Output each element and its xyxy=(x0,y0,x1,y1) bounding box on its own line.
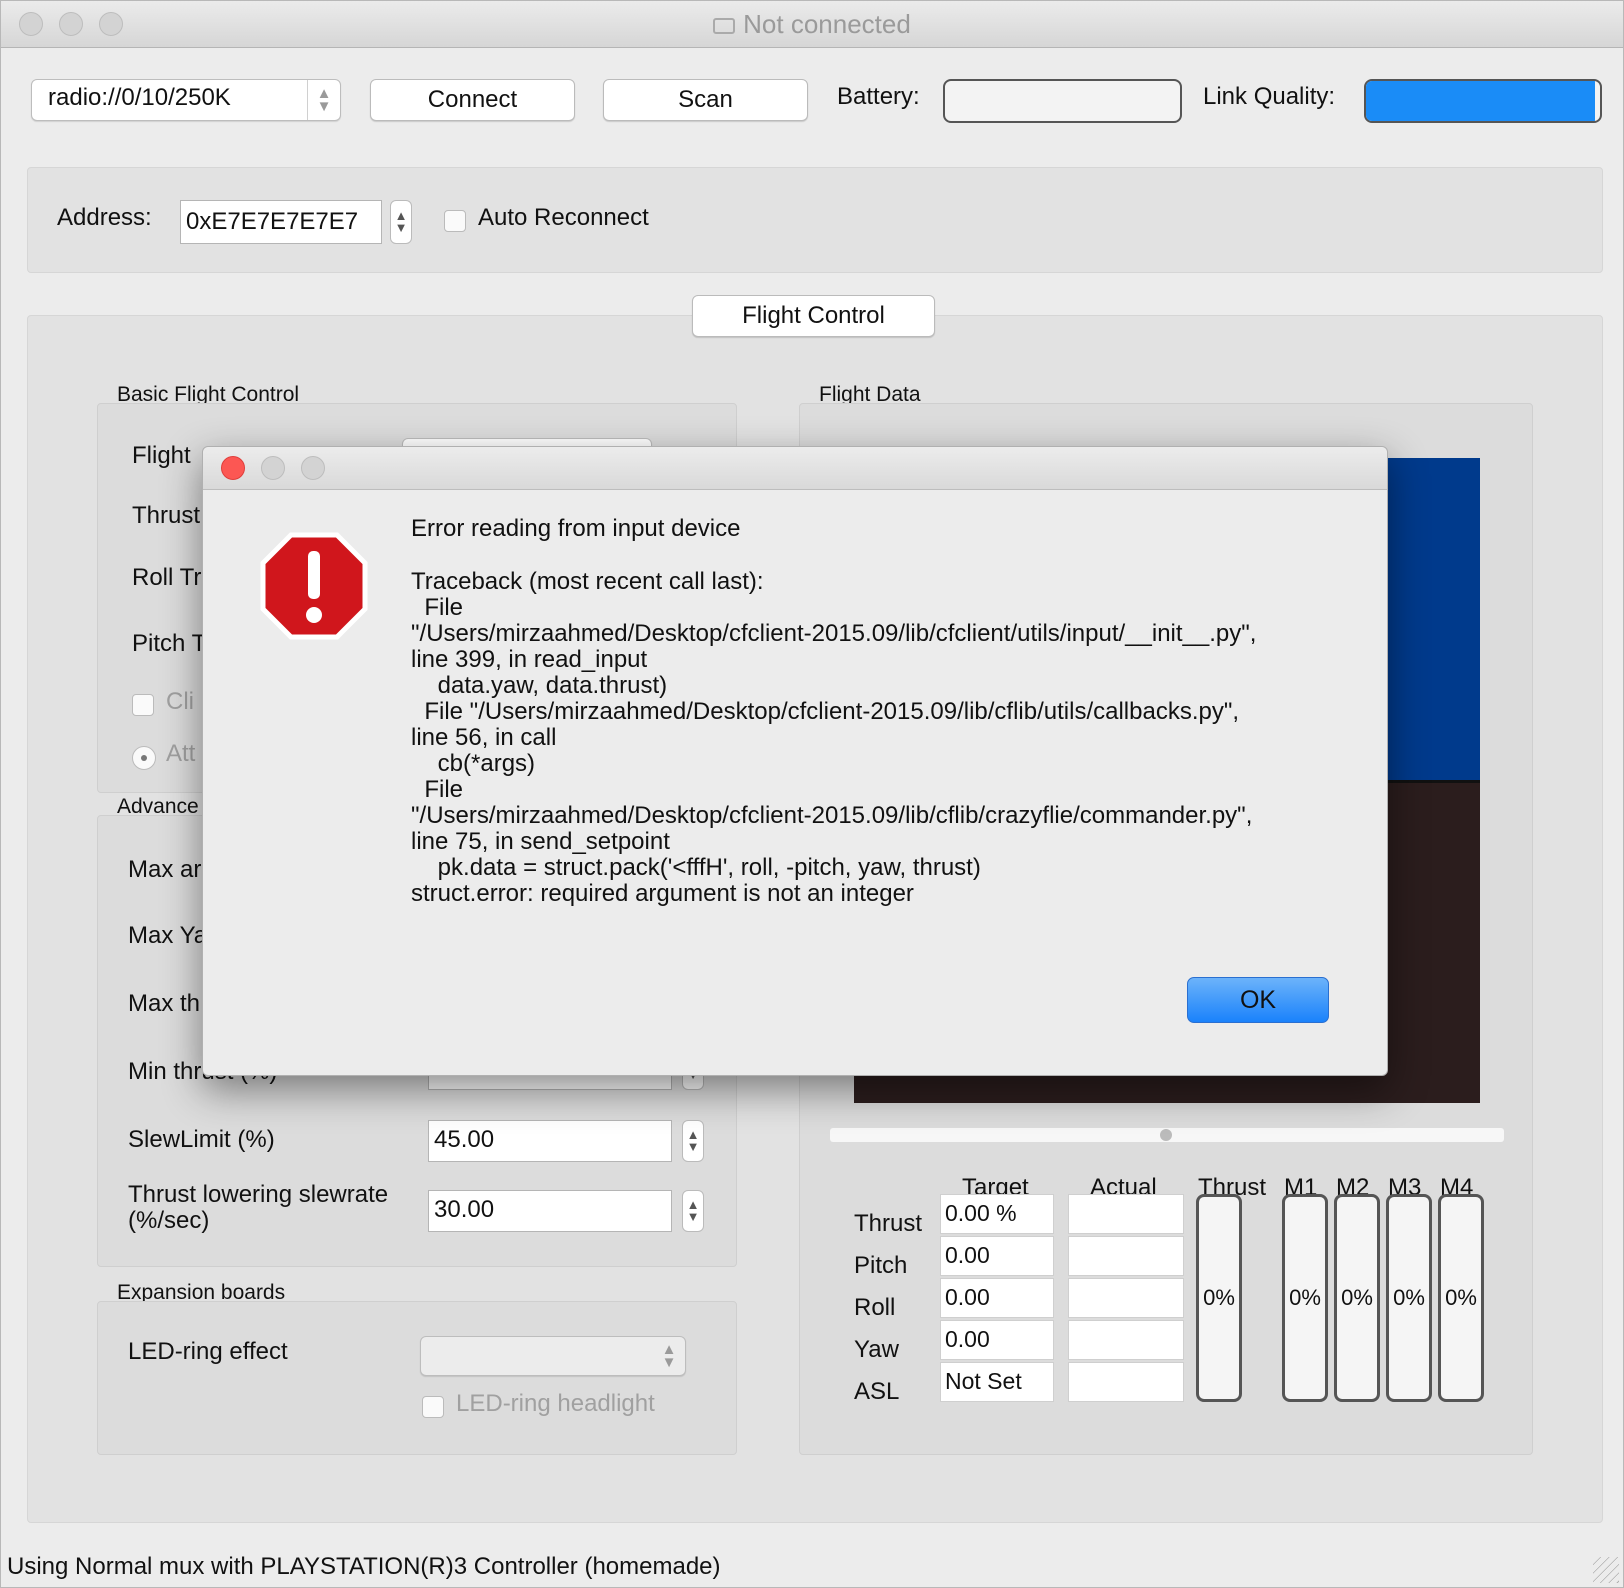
horizon-slider-handle[interactable] xyxy=(1160,1129,1172,1141)
status-bar-text: Using Normal mux with PLAYSTATION(R)3 Co… xyxy=(7,1553,721,1580)
row-roll-label: Roll xyxy=(854,1294,896,1321)
thrust-bar: 0% xyxy=(1196,1194,1242,1402)
auto-reconnect-label: Auto Reconnect xyxy=(478,204,649,231)
target-asl: Not Set xyxy=(940,1362,1054,1402)
target-yaw: 0.00 xyxy=(940,1320,1054,1360)
led-ring-headlight-checkbox[interactable] xyxy=(422,1396,444,1418)
uri-value: radio://0/10/250K xyxy=(48,84,231,111)
actual-pitch xyxy=(1068,1236,1184,1276)
horizon-slider[interactable] xyxy=(830,1128,1504,1142)
battery-label: Battery: xyxy=(837,83,920,110)
attitude-radio[interactable] xyxy=(132,746,156,770)
dialog-close-button[interactable] xyxy=(221,456,245,480)
thrust-lowering-stepper[interactable]: ▲ ▼ xyxy=(682,1190,704,1232)
target-roll: 0.00 xyxy=(940,1278,1054,1318)
link-quality-label: Link Quality: xyxy=(1203,83,1336,110)
row-yaw-label: Yaw xyxy=(854,1336,899,1363)
link-quality-bar xyxy=(1364,79,1602,123)
row-asl-label: ASL xyxy=(854,1378,900,1405)
tab-flight-control[interactable]: Flight Control xyxy=(692,295,935,337)
connect-button[interactable]: Connect xyxy=(370,79,575,121)
resize-grip-icon[interactable] xyxy=(1593,1557,1619,1583)
actual-roll xyxy=(1068,1278,1184,1318)
slew-limit-input[interactable]: 45.00 xyxy=(428,1120,672,1162)
link-quality-bar-fill xyxy=(1366,81,1596,121)
uri-select[interactable]: radio://0/10/250K ▲ ▼ xyxy=(31,79,341,121)
motor-bar-m4: 0% xyxy=(1438,1194,1484,1402)
led-ring-effect-select[interactable]: ▲ ▼ xyxy=(420,1336,686,1376)
led-ring-effect-label: LED-ring effect xyxy=(128,1338,288,1365)
address-stepper[interactable]: ▲ ▼ xyxy=(390,200,412,244)
client-side-checkbox[interactable] xyxy=(132,694,154,716)
title-bar: Not connected xyxy=(1,1,1623,48)
address-input[interactable]: 0xE7E7E7E7E7 xyxy=(180,200,382,244)
attitude-label: Att xyxy=(166,740,196,767)
row-pitch-label: Pitch xyxy=(854,1252,908,1279)
error-stop-icon xyxy=(260,532,368,640)
dialog-zoom-button[interactable] xyxy=(301,456,325,480)
thrust-lowering-label-line2: (%/sec) xyxy=(128,1207,210,1234)
led-ring-headlight-label: LED-ring headlight xyxy=(456,1390,655,1417)
window-title-text: Not connected xyxy=(743,9,911,39)
thrust-lowering-label-line1: Thrust lowering slewrate xyxy=(128,1181,389,1208)
max-angle-label: Max ar xyxy=(128,856,202,883)
battery-bar xyxy=(943,79,1182,123)
thrust-lowering-input[interactable]: 30.00 xyxy=(428,1190,672,1232)
client-side-label: Cli xyxy=(166,688,194,715)
error-dialog: Error reading from input device Tracebac… xyxy=(202,446,1388,1076)
dialog-title-bar xyxy=(203,447,1387,490)
dialog-heading: Error reading from input device xyxy=(411,515,741,542)
scan-button[interactable]: Scan xyxy=(603,79,808,121)
actual-yaw xyxy=(1068,1320,1184,1360)
actual-asl xyxy=(1068,1362,1184,1402)
expansion-boards-group: LED-ring effect ▲ ▼ LED-ring headlight xyxy=(97,1301,737,1455)
roll-trim-label: Roll Tr xyxy=(132,564,202,591)
ok-button[interactable]: OK xyxy=(1187,977,1329,1023)
pitch-trim-label: Pitch T xyxy=(132,630,207,657)
thrust-lowering-label: Thrust lowering slewrate (%/sec) xyxy=(128,1182,388,1234)
thrust-mode-label: Thrust xyxy=(132,502,201,529)
max-yaw-label: Max Ya xyxy=(128,922,208,949)
dialog-traceback: Traceback (most recent call last): File … xyxy=(411,568,1257,907)
updown-chevron-icon: ▲ ▼ xyxy=(661,1341,677,1371)
app-icon xyxy=(713,18,736,35)
target-pitch: 0.00 xyxy=(940,1236,1054,1276)
motor-bar-m3: 0% xyxy=(1386,1194,1432,1402)
motor-bar-m1: 0% xyxy=(1282,1194,1328,1402)
updown-chevron-icon: ▲ ▼ xyxy=(307,80,340,120)
slew-limit-stepper[interactable]: ▲ ▼ xyxy=(682,1120,704,1162)
slew-limit-label: SlewLimit (%) xyxy=(128,1126,275,1153)
auto-reconnect-checkbox[interactable] xyxy=(444,210,466,232)
target-thrust: 0.00 % xyxy=(940,1194,1054,1234)
address-panel: Address: 0xE7E7E7E7E7 ▲ ▼ Auto Reconnect xyxy=(27,167,1603,273)
dialog-minimize-button[interactable] xyxy=(261,456,285,480)
max-thrust-label: Max th xyxy=(128,990,201,1017)
flight-mode-label: Flight xyxy=(132,442,191,469)
motor-bar-m2: 0% xyxy=(1334,1194,1380,1402)
row-thrust-label: Thrust xyxy=(854,1210,923,1237)
window-title: Not connected xyxy=(1,9,1623,40)
actual-thrust xyxy=(1068,1194,1184,1234)
address-label: Address: xyxy=(57,204,152,231)
main-window: Not connected radio://0/10/250K ▲ ▼ Conne… xyxy=(0,0,1624,1588)
